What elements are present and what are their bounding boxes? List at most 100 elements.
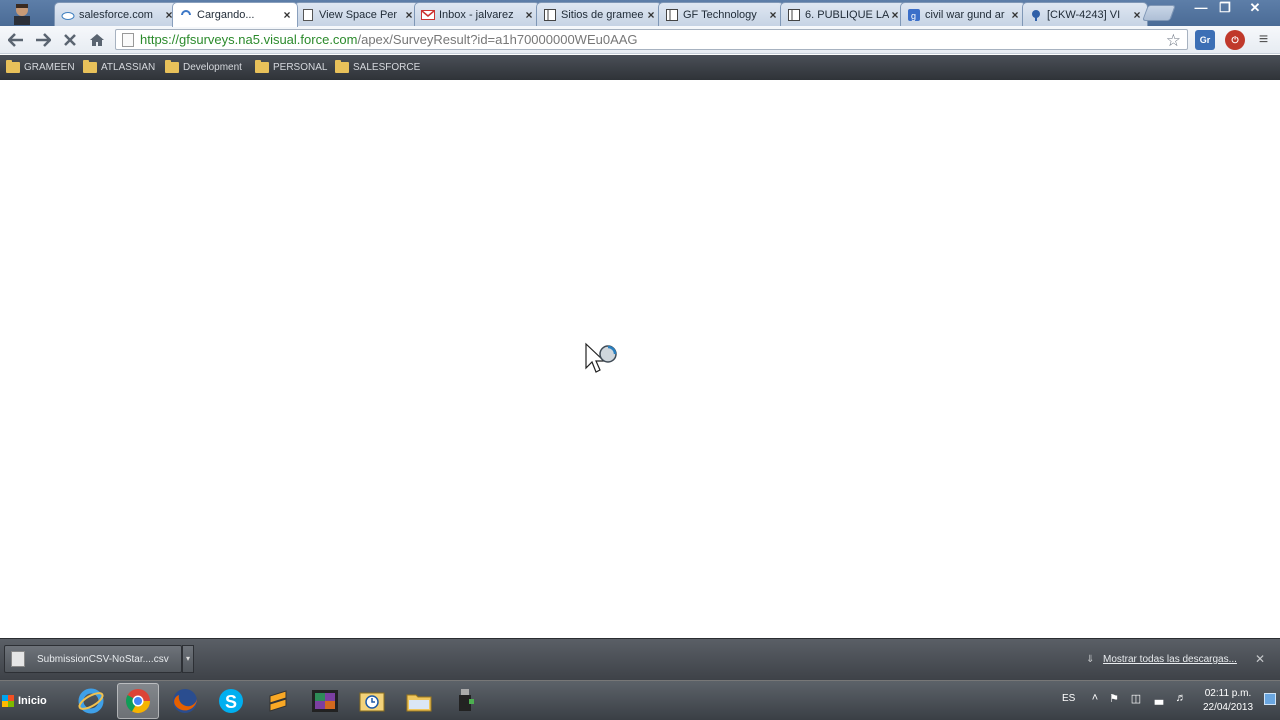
sites-icon (787, 8, 801, 22)
tab-civil-war[interactable]: g civil war gund ar × (900, 2, 1026, 26)
forward-arrow-icon (36, 33, 51, 47)
stop-button[interactable] (59, 30, 81, 50)
address-bar[interactable]: https://gfsurveys.na5.visual.force.com/a… (115, 29, 1188, 50)
taskbar-chrome[interactable] (117, 683, 159, 719)
loading-spinner-icon (179, 8, 193, 22)
taskbar-sublime-text[interactable] (257, 683, 299, 719)
taskbar-internet-explorer[interactable] (70, 683, 112, 719)
tab-title: Inbox - jalvarez (439, 8, 514, 21)
folder-icon (6, 59, 20, 73)
tab-title: salesforce.com (79, 8, 153, 21)
taskbar-firefox[interactable] (164, 683, 206, 719)
home-icon (90, 34, 104, 46)
browser-toolbar: https://gfsurveys.na5.visual.force.com/a… (0, 26, 1280, 54)
url-path: /apex/SurveyResult?id=a1h70000000WEu0AAG (357, 32, 638, 47)
tab-close-button[interactable]: × (281, 8, 293, 22)
volume-icon[interactable]: ♬ (1174, 692, 1188, 706)
download-shelf: SubmissionCSV-NoStar....csv ▾ ⇓ Mostrar … (0, 638, 1280, 680)
svg-text:g: g (911, 11, 916, 21)
tab-close-button[interactable]: × (1131, 8, 1143, 22)
taskbar-media-player[interactable] (304, 683, 346, 719)
restore-button[interactable]: ❐ (1212, 0, 1238, 18)
close-shelf-button[interactable]: ✕ (1255, 652, 1271, 666)
tab-jira[interactable]: [CKW-4243] VI × (1022, 2, 1148, 26)
taskbar-skype[interactable]: S (210, 683, 252, 719)
gmail-icon (421, 8, 435, 22)
media-player-icon (312, 690, 338, 712)
menu-icon[interactable]: ≡ (1253, 30, 1273, 50)
power-extension-icon[interactable]: ⏻ (1225, 30, 1245, 50)
tab-close-button[interactable]: × (523, 8, 535, 22)
tab-sitios[interactable]: Sitios de gramee × (536, 2, 662, 26)
network-signal-icon[interactable]: ▃ (1152, 692, 1166, 706)
cloud-icon (61, 8, 75, 22)
tab-inbox[interactable]: Inbox - jalvarez × (414, 2, 540, 26)
bookmark-label: GRAMEEN (24, 61, 75, 73)
taskbar-file-explorer[interactable] (398, 683, 440, 719)
busy-cursor-icon (585, 342, 617, 373)
tab-publique[interactable]: 6. PUBLIQUE LA × (780, 2, 906, 26)
language-indicator[interactable]: ES (1062, 693, 1075, 704)
folder-icon (165, 59, 179, 73)
tab-title: [CKW-4243] VI (1047, 8, 1121, 21)
tab-close-button[interactable]: × (1009, 8, 1021, 22)
tab-title: Sitios de gramee (561, 8, 644, 21)
tab-title: View Space Per (319, 8, 398, 21)
tab-title: Cargando... (197, 9, 255, 21)
tab-gf-technology[interactable]: GF Technology × (658, 2, 784, 26)
action-center-flag-icon[interactable]: ⚑ (1107, 692, 1121, 706)
usb-device-icon (459, 689, 474, 711)
tab-view-space[interactable]: View Space Per × (294, 2, 420, 26)
start-button[interactable]: Inicio (2, 684, 56, 718)
bookmark-folder-personal[interactable]: PERSONAL (255, 59, 327, 75)
taskbar-outlook[interactable] (351, 683, 393, 719)
power-plug-icon[interactable]: ◫ (1129, 692, 1143, 706)
close-window-button[interactable]: ✕ (1242, 0, 1268, 18)
bookmark-label: Development (183, 61, 242, 73)
clock-time: 02:11 p.m. (1204, 688, 1252, 699)
start-label: Inicio (18, 695, 47, 707)
minimize-button[interactable]: — (1188, 0, 1214, 18)
page-icon (122, 32, 134, 47)
tab-strip: salesforce.com × Cargando... × View Spac… (0, 0, 1280, 27)
tab-close-button[interactable]: × (767, 8, 779, 22)
sites-icon (543, 8, 557, 22)
outlook-icon (359, 692, 385, 712)
download-file-name: SubmissionCSV-NoStar....csv (37, 653, 169, 665)
tab-close-button[interactable]: × (645, 8, 657, 22)
internet-explorer-icon (78, 688, 104, 714)
folder-icon (83, 59, 97, 73)
bookmark-folder-atlassian[interactable]: ATLASSIAN (83, 59, 155, 75)
windows-taskbar: Inicio S ES ˄ ⚑ ◫ ▃ ♬ 02:11 p.m. 22/04/2… (0, 680, 1280, 720)
download-item[interactable]: SubmissionCSV-NoStar....csv (4, 645, 182, 673)
bookmark-folder-salesforce[interactable]: SALESFORCE (335, 59, 420, 75)
show-all-downloads-link[interactable]: Mostrar todas las descargas... (1103, 654, 1237, 665)
tab-title: civil war gund ar (925, 8, 1005, 21)
svg-text:S: S (225, 692, 237, 712)
bookmark-folder-development[interactable]: Development (165, 59, 242, 75)
show-hidden-icons-button[interactable]: ˄ (1088, 692, 1102, 706)
bookmark-label: PERSONAL (273, 61, 328, 73)
new-tab-button[interactable] (1142, 5, 1176, 21)
windows-logo-icon (2, 695, 14, 707)
translate-extension-icon[interactable]: Gr (1195, 30, 1215, 50)
taskbar-usb-device[interactable] (444, 683, 486, 719)
sublime-text-icon (269, 690, 287, 712)
chrome-icon (125, 689, 150, 714)
profile-avatar-icon[interactable] (8, 1, 36, 25)
csv-file-icon (11, 651, 25, 667)
jira-icon (1029, 8, 1043, 22)
show-desktop-button[interactable] (1264, 693, 1276, 705)
url-host: https://gfsurveys.na5.visual.force.com (140, 32, 358, 47)
system-clock[interactable]: 02:11 p.m. 22/04/2013 (1196, 687, 1260, 715)
download-menu-button[interactable]: ▾ (182, 645, 194, 673)
tab-loading[interactable]: Cargando... × (172, 2, 298, 27)
file-explorer-icon (406, 694, 432, 712)
home-button[interactable] (86, 30, 108, 50)
bookmark-star-icon[interactable]: ☆ (1166, 31, 1181, 51)
forward-button[interactable] (32, 30, 54, 50)
folder-icon (255, 59, 269, 73)
tab-salesforce[interactable]: salesforce.com × (54, 2, 180, 26)
back-button[interactable] (5, 30, 27, 50)
bookmark-folder-grameen[interactable]: GRAMEEN (6, 59, 75, 75)
